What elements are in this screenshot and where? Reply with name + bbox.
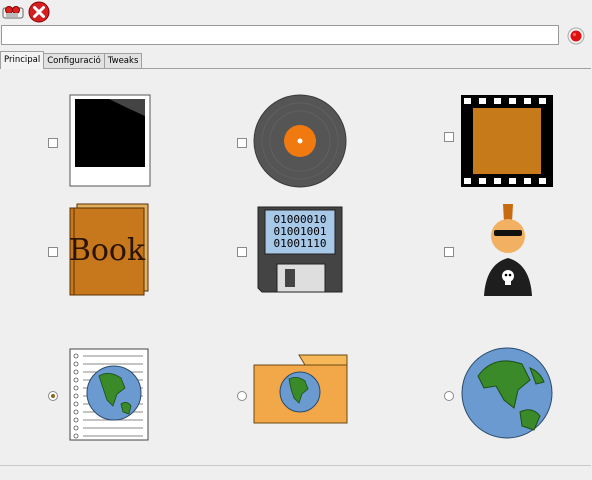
checkbox-vinyl[interactable] — [237, 138, 247, 148]
radio-globe[interactable] — [444, 391, 454, 401]
floppy-disk-icon: 01000010 01001001 01001110 — [257, 206, 343, 297]
main-panel: Book 01000010 01001001 01001110 — [0, 68, 591, 466]
record-button[interactable] — [563, 24, 589, 48]
checkbox-floppy[interactable] — [237, 247, 247, 257]
punk-user-icon — [480, 202, 536, 301]
globe-document-icon — [69, 348, 151, 445]
book-icon: Book — [69, 203, 151, 300]
film-strip-icon — [460, 94, 554, 191]
checkbox-polaroid[interactable] — [48, 138, 58, 148]
radio-globe-folder[interactable] — [237, 391, 247, 401]
url-input[interactable] — [1, 25, 559, 45]
tab-principal[interactable]: Principal — [0, 51, 45, 69]
toolbar — [0, 0, 592, 24]
radio-globe-document[interactable] — [48, 391, 58, 401]
polaroid-photo-icon — [69, 94, 153, 191]
checkbox-film[interactable] — [444, 132, 454, 142]
book-title-text: Book — [69, 233, 146, 268]
globe-icon — [460, 346, 554, 443]
close-icon[interactable] — [27, 1, 51, 23]
vinyl-record-icon — [253, 94, 347, 191]
checkbox-book[interactable] — [48, 247, 58, 257]
tab-bar: Principal Configuració Tweaks — [0, 51, 143, 69]
binary-line-3: 01001110 — [274, 237, 327, 250]
checkbox-punk[interactable] — [444, 247, 454, 257]
record-icon — [567, 27, 585, 45]
video-camera-icon[interactable] — [1, 1, 25, 23]
tab-tweaks[interactable]: Tweaks — [103, 53, 143, 69]
tab-configuracio[interactable]: Configuració — [43, 53, 105, 69]
globe-folder-icon — [253, 353, 349, 428]
